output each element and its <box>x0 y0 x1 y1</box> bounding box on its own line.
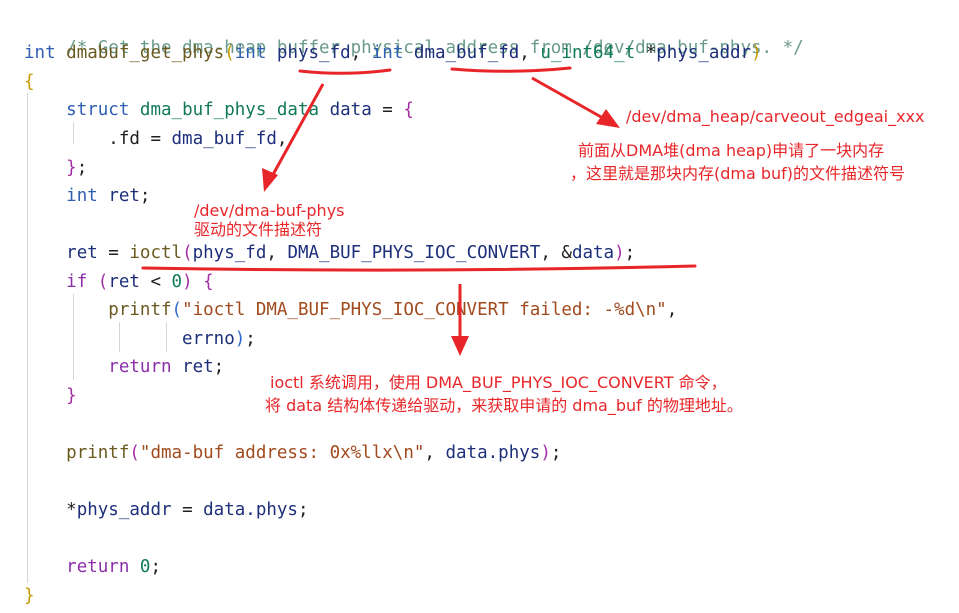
arrow-to-phys-annotation <box>268 83 325 181</box>
annotation-phys-desc: 驱动的文件描述符 <box>194 220 323 239</box>
annotation-dma-buf-line2: ，这里就是那块内存(dma buf)的文件描述符号 <box>570 164 906 183</box>
underline-ioctl-line <box>141 264 697 272</box>
annotation-heap-path: /dev/dma_heap/carveout_edgeai_xxx <box>626 107 925 126</box>
arrow-to-heap-annotation <box>531 76 611 124</box>
arrowhead <box>451 336 469 356</box>
underline-dma-buf-fd <box>450 66 572 73</box>
annotation-dma-buf-line1: 前面从DMA堆(dma heap)申请了一块内存 <box>578 141 885 160</box>
annotation-ioctl-line2: 将 data 结构体传递给驱动，来获取申请的 dma_buf 的物理地址。 <box>265 396 743 415</box>
arrowhead <box>596 109 620 128</box>
underline-phys-fd <box>298 68 392 75</box>
annotation-ioctl-line1: ioctl 系统调用，使用 DMA_BUF_PHYS_IOC_CONVERT 命… <box>270 373 727 392</box>
annotation-overlay <box>141 66 697 356</box>
